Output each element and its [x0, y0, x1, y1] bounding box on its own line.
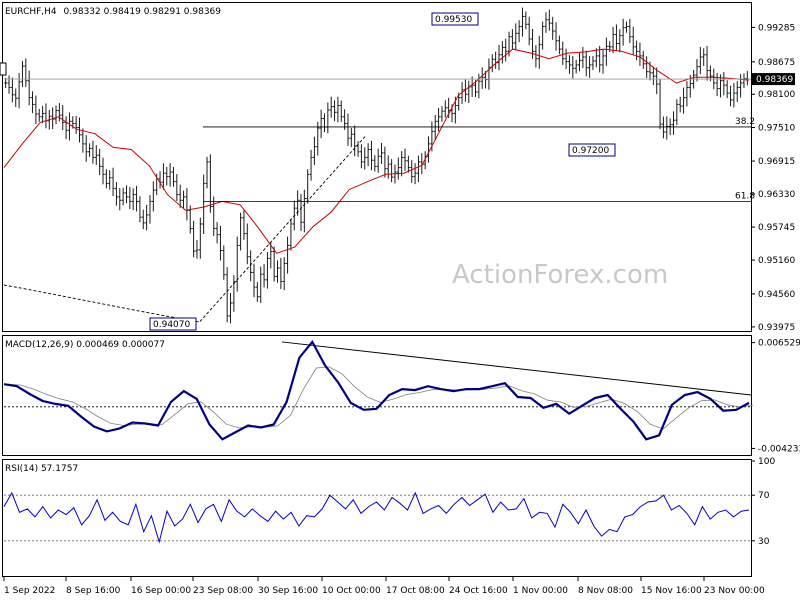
fibonacci-level-label: 38.2: [735, 117, 755, 127]
left-price-marker: [0, 62, 7, 76]
x-axis-tick-label: 23 Nov 00:00: [704, 586, 765, 596]
x-axis-tick-label: 30 Sep 16:00: [258, 586, 318, 596]
price-title: EURCHF,H4 0.98332 0.98419 0.98291 0.9836…: [5, 7, 221, 17]
x-axis-tick-label: 10 Oct 00:00: [322, 586, 381, 596]
x-axis-tick-label: 8 Sep 16:00: [66, 586, 121, 596]
x-axis-tick-label: 23 Sep 08:00: [193, 586, 253, 596]
price-y-tick-label: 0.98675: [758, 58, 795, 68]
rsi-panel-frame: [2, 459, 752, 577]
price-annotation-label: 0.97200: [572, 146, 609, 156]
rsi-y-tick-label: 100: [758, 457, 775, 467]
rsi-y-tick-label: 30: [758, 537, 770, 547]
price-y-tick-label: 0.93975: [758, 323, 795, 333]
price-y-tick-label: 0.98100: [758, 90, 795, 100]
fibonacci-level-label: 61.8: [735, 191, 755, 201]
x-axis-tick-label: 24 Oct 16:00: [449, 586, 508, 596]
rsi-y-tick-label: 70: [758, 491, 770, 501]
price-y-tick-label: 0.96330: [758, 190, 795, 200]
chart-root: ActionForex.com 0.99285 0.98675 0.98100 0.9…: [0, 0, 800, 600]
price-y-tick-label: 0.95160: [758, 256, 795, 266]
price-y-tick-label: 0.94560: [758, 290, 795, 300]
price-y-tick-label: 0.95745: [758, 223, 795, 233]
price-ohlc-header: 0.98332 0.98419 0.98291 0.98369: [64, 7, 222, 17]
macd-y-tick-label: -0.004233: [758, 444, 800, 454]
rsi-title: RSI(14) 57.1757: [5, 464, 78, 474]
price-annotation-label: 0.99530: [435, 15, 472, 25]
price-y-tick-label: 0.99285: [758, 23, 795, 33]
price-annotation-label: 0.94070: [153, 320, 190, 330]
x-axis-tick-label: 17 Oct 08:00: [386, 586, 445, 596]
last-price-label: 0.98369: [756, 75, 793, 85]
x-axis-tick-label: 15 Nov 16:00: [641, 586, 702, 596]
x-axis-tick-label: 1 Sep 2022: [4, 586, 55, 596]
macd-title: MACD(12,26,9) 0.000469 0.000077: [5, 340, 165, 350]
x-axis-tick-label: 1 Nov 00:00: [513, 586, 568, 596]
macd-current-marker: [752, 400, 778, 413]
chart-svg: ActionForex.com 0.99285 0.98675 0.98100 0.9…: [0, 0, 800, 600]
macd-panel-frame: [2, 335, 752, 456]
watermark-text: ActionForex.com: [452, 260, 668, 290]
macd-y-tick-label: 0.006529: [758, 339, 800, 349]
price-symbol: EURCHF,H4: [5, 7, 57, 17]
x-axis-tick-label: 8 Nov 08:00: [578, 586, 633, 596]
price-y-tick-label: 0.97510: [758, 124, 795, 134]
price-y-tick-label: 0.96915: [758, 157, 795, 167]
x-axis-tick-label: 16 Sep 00:00: [131, 586, 191, 596]
